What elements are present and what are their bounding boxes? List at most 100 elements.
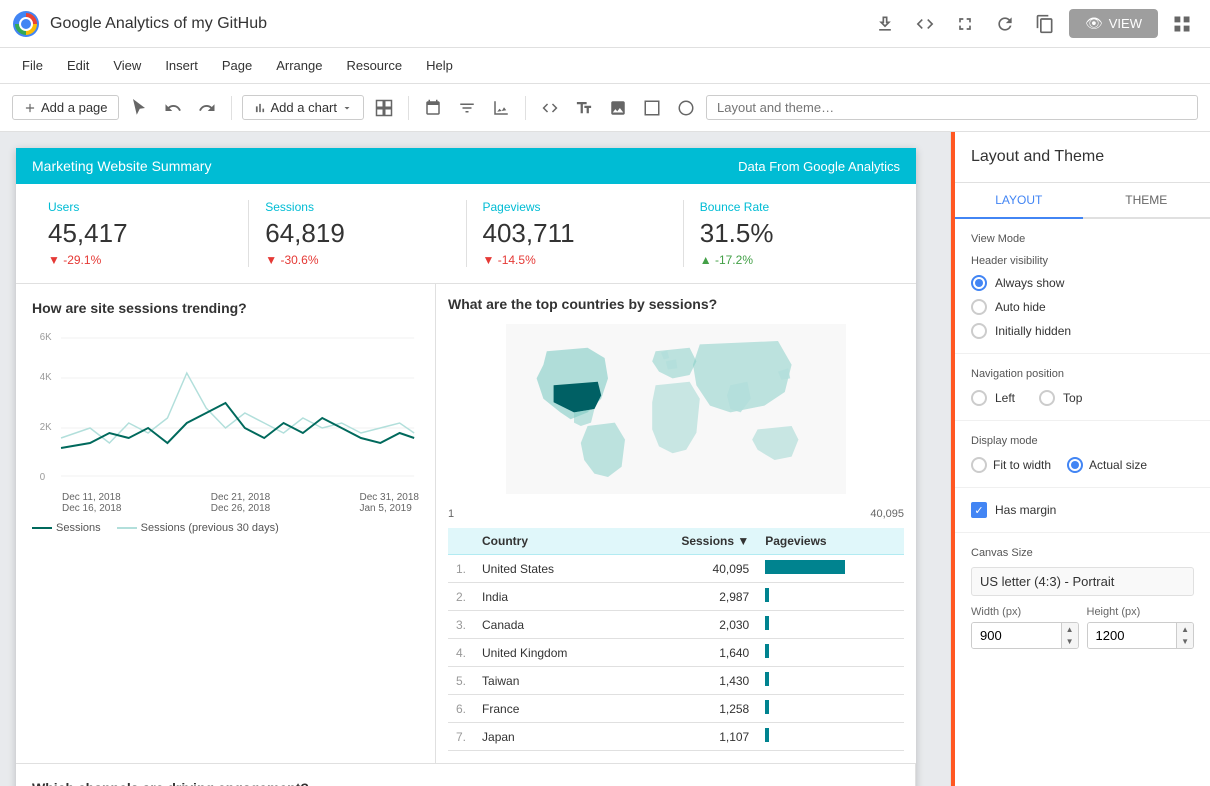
report-card: Marketing Website Summary Data From Goog… xyxy=(16,148,916,786)
fullscreen-icon[interactable] xyxy=(949,8,981,40)
divider-1 xyxy=(231,96,232,120)
legend-previous: Sessions (previous 30 days) xyxy=(117,522,279,534)
canvas-size-preset[interactable]: US letter (4:3) - Portrait xyxy=(971,567,1194,596)
label-dec31: Dec 31, 2018 Jan 5, 2019 xyxy=(360,492,420,514)
row-num: 5. xyxy=(448,667,474,695)
radio-initially-hidden[interactable]: Initially hidden xyxy=(971,323,1194,339)
radio-auto-hide-circle xyxy=(971,299,987,315)
embed-icon[interactable] xyxy=(536,94,564,122)
canvas-area: Marketing Website Summary Data From Goog… xyxy=(0,132,950,786)
radio-fit-width-circle xyxy=(971,457,987,473)
table-row: 2. India 2,987 xyxy=(448,583,904,611)
sessions-chart-section: How are site sessions trending? 6K 4K 2K… xyxy=(16,284,436,763)
height-stepper: ▲ ▼ xyxy=(1176,623,1193,648)
menu-arrange[interactable]: Arrange xyxy=(266,54,332,77)
shape-icon[interactable] xyxy=(638,94,666,122)
table-row: 6. France 1,258 xyxy=(448,695,904,723)
menu-insert[interactable]: Insert xyxy=(155,54,208,77)
table-row: 7. Japan 1,107 xyxy=(448,723,904,751)
menu-file[interactable]: File xyxy=(12,54,53,77)
charts-row: How are site sessions trending? 6K 4K 2K… xyxy=(16,284,916,764)
row-pageviews xyxy=(757,667,904,695)
width-down[interactable]: ▼ xyxy=(1062,636,1078,649)
code-icon[interactable] xyxy=(909,8,941,40)
col-country xyxy=(448,528,474,555)
metric-bounce-value: 31.5% xyxy=(700,218,884,249)
radio-fit-width[interactable]: Fit to width xyxy=(971,457,1051,473)
menu-view[interactable]: View xyxy=(103,54,151,77)
chart-icon[interactable] xyxy=(487,94,515,122)
menu-help[interactable]: Help xyxy=(416,54,463,77)
add-page-button[interactable]: Add a page xyxy=(12,95,119,120)
has-margin-checkbox[interactable]: Has margin xyxy=(971,502,1194,518)
row-sessions: 1,430 xyxy=(629,667,757,695)
view-button[interactable]: 👁 VIEW xyxy=(1069,9,1158,38)
dimension-row: Width (px) ▲ ▼ Height (px) xyxy=(971,606,1194,649)
row-sessions: 1,640 xyxy=(629,639,757,667)
width-stepper: ▲ ▼ xyxy=(1061,623,1078,648)
line-chart: 6K 4K 2K 0 xyxy=(32,328,419,488)
view-mode-section: View Mode Header visibility Always show … xyxy=(955,219,1210,354)
image-icon[interactable] xyxy=(604,94,632,122)
app-title: Google Analytics of my GitHub xyxy=(50,15,869,33)
menu-edit[interactable]: Edit xyxy=(57,54,99,77)
circle-icon[interactable] xyxy=(672,94,700,122)
country-table: Country Sessions ▼ Pageviews 1. United S… xyxy=(448,528,904,751)
radio-actual-size[interactable]: Actual size xyxy=(1067,457,1147,473)
height-up[interactable]: ▲ xyxy=(1177,623,1193,636)
menu-page[interactable]: Page xyxy=(212,54,262,77)
col-sessions[interactable]: Sessions ▼ xyxy=(629,528,757,555)
height-input-wrapper: ▲ ▼ xyxy=(1087,622,1195,649)
row-pageviews xyxy=(757,583,904,611)
menu-resource[interactable]: Resource xyxy=(336,54,412,77)
row-sessions: 2,030 xyxy=(629,611,757,639)
world-map-container xyxy=(448,324,904,504)
radio-top[interactable]: Top xyxy=(1039,390,1082,406)
chart-legend: Sessions Sessions (previous 30 days) xyxy=(32,522,419,534)
width-input[interactable] xyxy=(972,623,1061,648)
row-sessions: 2,987 xyxy=(629,583,757,611)
header-visibility-options: Always show Auto hide Initially hidden xyxy=(971,275,1194,339)
svg-text:4K: 4K xyxy=(40,372,52,383)
calendar-icon[interactable] xyxy=(419,94,447,122)
filter-icon[interactable] xyxy=(453,94,481,122)
row-sessions: 1,258 xyxy=(629,695,757,723)
display-mode-section: Display mode Fit to width Actual size xyxy=(955,421,1210,488)
cursor-tool[interactable] xyxy=(125,94,153,122)
radio-auto-hide[interactable]: Auto hide xyxy=(971,299,1194,315)
view-mode-title: View Mode xyxy=(971,233,1194,245)
legend-sessions-color xyxy=(32,527,52,529)
col-country-name[interactable]: Country xyxy=(474,528,629,555)
table-row: 3. Canada 2,030 xyxy=(448,611,904,639)
width-up[interactable]: ▲ xyxy=(1062,623,1078,636)
component-icon[interactable] xyxy=(370,94,398,122)
legend-previous-color xyxy=(117,527,137,529)
row-country: India xyxy=(474,583,629,611)
radio-left[interactable]: Left xyxy=(971,390,1015,406)
height-label: Height (px) xyxy=(1087,606,1195,618)
table-row: 5. Taiwan 1,430 xyxy=(448,667,904,695)
text-icon[interactable] xyxy=(570,94,598,122)
row-pageviews xyxy=(757,611,904,639)
radio-always-show[interactable]: Always show xyxy=(971,275,1194,291)
copy-icon[interactable] xyxy=(1029,8,1061,40)
row-country: Japan xyxy=(474,723,629,751)
metric-bounce-change: ▲ -17.2% xyxy=(700,253,884,267)
tab-theme[interactable]: THEME xyxy=(1083,183,1210,217)
grid-icon[interactable] xyxy=(1166,8,1198,40)
height-input[interactable] xyxy=(1088,623,1177,648)
undo-icon[interactable] xyxy=(159,94,187,122)
tab-layout[interactable]: LAYOUT xyxy=(955,183,1083,219)
add-chart-button[interactable]: Add a chart xyxy=(242,95,365,120)
menu-bar: File Edit View Insert Page Arrange Resou… xyxy=(0,48,1210,84)
refresh-icon[interactable] xyxy=(989,8,1021,40)
metric-sessions-change: ▼ -30.6% xyxy=(265,253,449,267)
eye-icon: 👁 xyxy=(1085,15,1103,32)
col-pageviews[interactable]: Pageviews xyxy=(757,528,904,555)
redo-icon[interactable] xyxy=(193,94,221,122)
search-input[interactable] xyxy=(706,95,1198,120)
has-margin-section: Has margin xyxy=(955,488,1210,533)
label-dec11: Dec 11, 2018 Dec 16, 2018 xyxy=(62,492,122,514)
download-icon[interactable] xyxy=(869,8,901,40)
height-down[interactable]: ▼ xyxy=(1177,636,1193,649)
